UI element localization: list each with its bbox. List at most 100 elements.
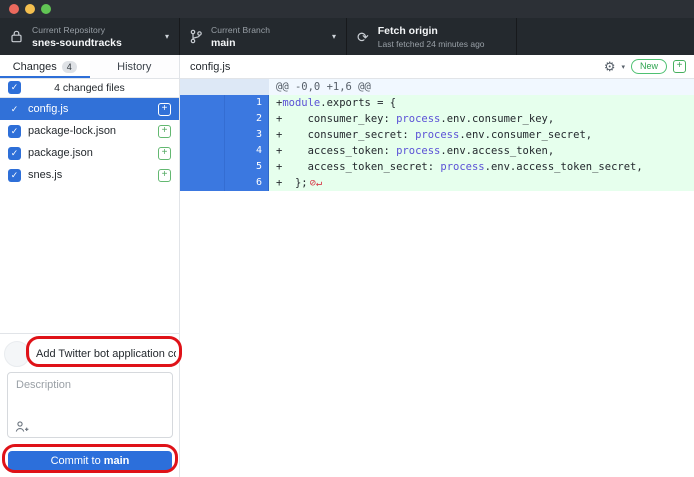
code-text: + access_token: (276, 145, 396, 157)
old-line-gutter[interactable] (180, 127, 225, 143)
diff-line-text: + access_token_secret: process.env.acces… (269, 159, 694, 175)
new-line-gutter[interactable]: 5 (225, 159, 269, 175)
lock-icon (10, 29, 23, 44)
code-keyword: process (415, 129, 459, 141)
toolbar-spacer (517, 18, 694, 55)
file-checkbox[interactable]: ✓ (8, 147, 21, 160)
sidebar-tabs: Changes 4 History (0, 55, 179, 79)
file-checkbox[interactable]: ✓ (8, 169, 21, 182)
code-text: + access_token_secret: (276, 161, 440, 173)
chevron-down-icon[interactable]: ▾ (621, 63, 625, 71)
commit-button-branch: main (104, 455, 130, 467)
old-line-gutter[interactable] (180, 175, 225, 191)
expand-diff-icon[interactable]: + (673, 60, 686, 73)
tab-changes-label: Changes (13, 61, 57, 73)
fetch-origin-button[interactable]: ⟳ Fetch origin Last fetched 24 minutes a… (347, 18, 517, 55)
sync-icon: ⟳ (357, 30, 369, 44)
current-branch-dropdown[interactable]: Current Branch main ▾ (180, 18, 347, 55)
minimize-window-button[interactable] (25, 4, 35, 14)
branch-name: main (211, 37, 270, 49)
git-branch-icon (190, 29, 202, 44)
old-line-gutter[interactable] (180, 95, 225, 111)
file-name: package-lock.json (28, 125, 151, 137)
zoom-window-button[interactable] (41, 4, 51, 14)
diff-line-6: 6 + };⊘↵ (180, 175, 694, 191)
file-row-package-lock-json[interactable]: ✓ package-lock.json + (0, 120, 179, 142)
code-keyword: process (396, 145, 440, 157)
diff-line-text: + access_token: process.env.access_token… (269, 143, 694, 159)
repository-label: Current Repository (32, 25, 122, 35)
file-row-package-json[interactable]: ✓ package.json + (0, 142, 179, 164)
github-desktop-window: Current Repository snes-soundtracks ▾ Cu… (0, 0, 694, 477)
diff-line-text: +module.exports = { (269, 95, 694, 111)
chevron-down-icon: ▾ (165, 32, 169, 41)
code-keyword: process (396, 113, 440, 125)
new-line-gutter[interactable]: 6 (225, 175, 269, 191)
fetch-sublabel: Last fetched 24 minutes ago (378, 39, 485, 49)
fetch-label: Fetch origin (378, 25, 485, 37)
diff-hunk-header: @@ -0,0 +1,6 @@ (180, 79, 694, 95)
commit-description-box (7, 372, 173, 438)
old-line-gutter[interactable] (180, 143, 225, 159)
code-text: + consumer_key: (276, 113, 396, 125)
new-line-gutter[interactable]: 4 (225, 143, 269, 159)
changes-sidebar: Changes 4 History ✓ 4 changed files ✓ co… (0, 55, 180, 477)
commit-to-main-button[interactable]: Commit to main (8, 451, 172, 470)
commit-button-prefix: Commit to (51, 455, 101, 467)
file-checkbox[interactable]: ✓ (8, 125, 21, 138)
tab-history[interactable]: History (90, 55, 180, 78)
branch-label: Current Branch (211, 25, 270, 35)
old-line-gutter[interactable] (180, 159, 225, 175)
changed-files-count: 4 changed files (54, 82, 125, 94)
repository-name: snes-soundtracks (32, 37, 122, 49)
new-line-gutter[interactable]: 1 (225, 95, 269, 111)
file-row-snes-js[interactable]: ✓ snes.js + (0, 164, 179, 186)
code-text: + }; (276, 177, 308, 189)
file-row-config-js[interactable]: ✓ config.js + (0, 98, 179, 120)
tab-changes[interactable]: Changes 4 (0, 55, 90, 78)
hunk-gutter (180, 79, 269, 95)
hunk-header-text: @@ -0,0 +1,6 @@ (269, 79, 694, 95)
diff-file-header: config.js ⚙ ▾ New + (180, 55, 694, 79)
commit-summary-input[interactable] (34, 343, 178, 365)
select-all-checkbox[interactable]: ✓ (8, 81, 21, 94)
diff-line-text: + consumer_key: process.env.consumer_key… (269, 111, 694, 127)
commit-panel: Commit to main (0, 333, 179, 477)
added-status-icon: + (158, 103, 171, 116)
close-window-button[interactable] (9, 4, 19, 14)
diff-line-text: + consumer_secret: process.env.consumer_… (269, 127, 694, 143)
file-checkbox[interactable]: ✓ (8, 103, 21, 116)
no-newline-icon: ⊘↵ (310, 177, 323, 189)
old-line-gutter[interactable] (180, 111, 225, 127)
new-file-badge: New (631, 59, 667, 74)
code-keyword: module (282, 97, 320, 109)
code-text: .env.consumer_key, (440, 113, 554, 125)
added-status-icon: + (158, 125, 171, 138)
macos-titlebar (0, 0, 694, 18)
changes-count-badge: 4 (62, 61, 77, 73)
code-text: + consumer_secret: (276, 129, 415, 141)
code-text: .exports = { (320, 97, 396, 109)
commit-description-input[interactable] (8, 373, 172, 415)
gear-icon[interactable]: ⚙ (604, 60, 616, 73)
diff-line-3: 3 + consumer_secret: process.env.consume… (180, 127, 694, 143)
code-text: .env.access_token_secret, (485, 161, 643, 173)
diff-line-text: + };⊘↵ (269, 175, 694, 191)
file-name: snes.js (28, 169, 151, 181)
diff-file-name: config.js (190, 61, 604, 73)
new-line-gutter[interactable]: 2 (225, 111, 269, 127)
changed-files-header: ✓ 4 changed files (0, 79, 179, 98)
add-coauthor-icon[interactable] (15, 420, 30, 433)
avatar (4, 341, 30, 367)
diff-area: config.js ⚙ ▾ New + @@ -0,0 +1,6 @@ 1 +m… (180, 55, 694, 477)
current-repository-dropdown[interactable]: Current Repository snes-soundtracks ▾ (0, 18, 180, 55)
code-text: .env.access_token, (440, 145, 554, 157)
code-keyword: process (440, 161, 484, 173)
diff-line-4: 4 + access_token: process.env.access_tok… (180, 143, 694, 159)
chevron-down-icon: ▾ (332, 32, 336, 41)
diff-line-2: 2 + consumer_key: process.env.consumer_k… (180, 111, 694, 127)
new-line-gutter[interactable]: 3 (225, 127, 269, 143)
toolbar: Current Repository snes-soundtracks ▾ Cu… (0, 18, 694, 55)
added-status-icon: + (158, 169, 171, 182)
code-text: .env.consumer_secret, (459, 129, 592, 141)
